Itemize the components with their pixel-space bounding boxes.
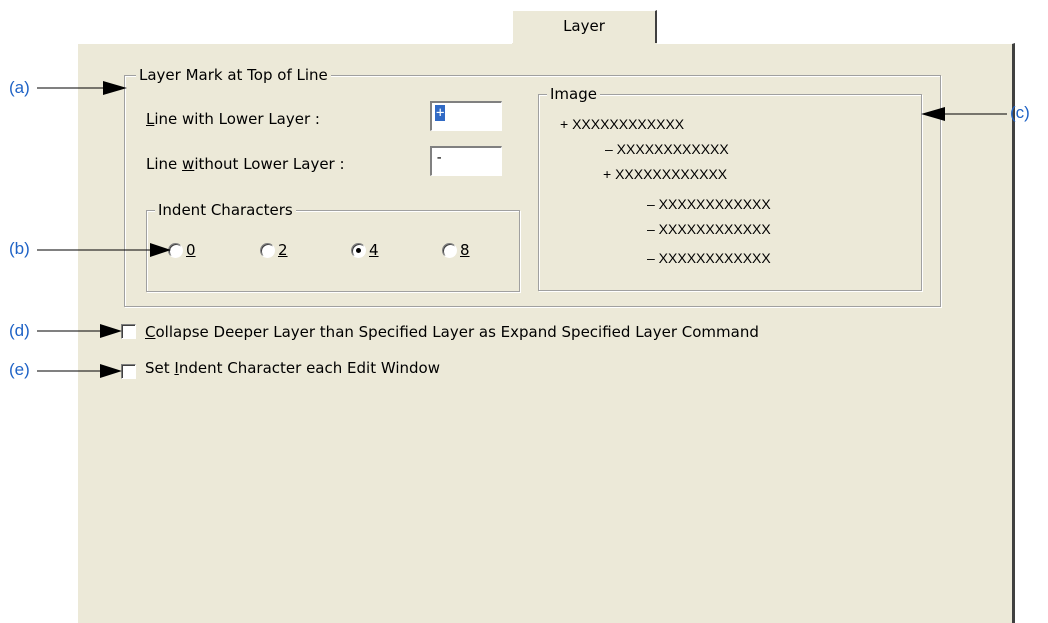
arrow-d-icon xyxy=(37,324,122,338)
arrow-c-icon xyxy=(921,107,1007,121)
callout-arrows xyxy=(37,81,1007,378)
arrow-e-icon xyxy=(37,364,122,378)
arrow-a-icon xyxy=(37,81,127,95)
arrow-b-icon xyxy=(37,243,171,257)
